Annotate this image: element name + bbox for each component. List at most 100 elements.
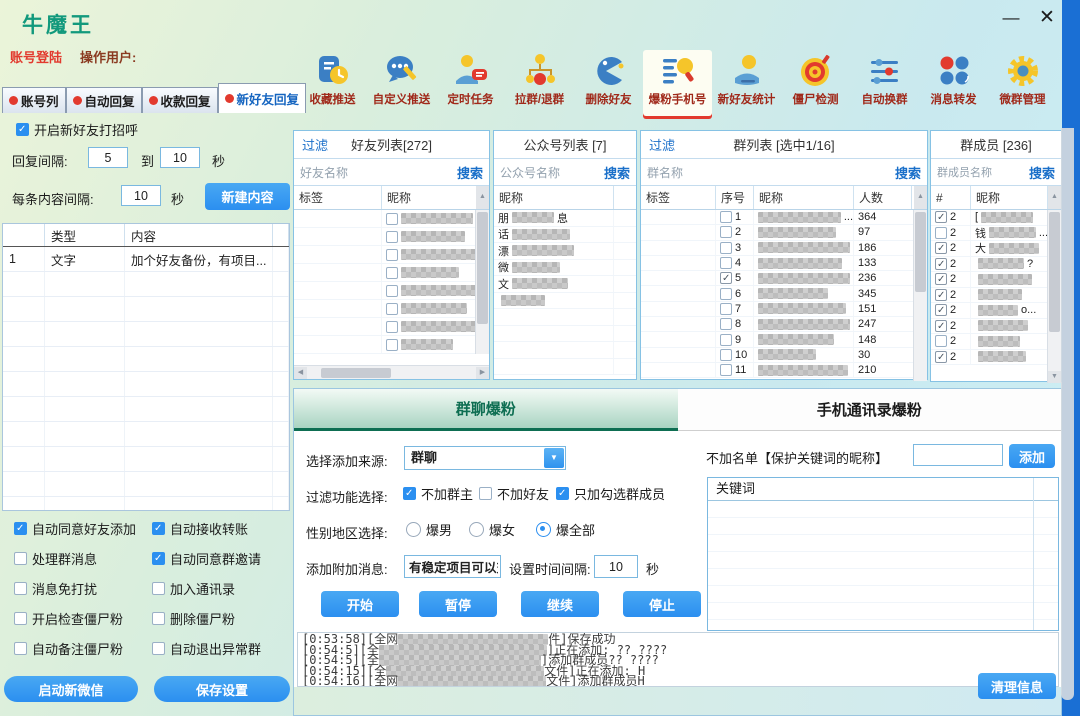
checkbox-checked[interactable] bbox=[935, 351, 947, 363]
auto-option-1[interactable]: 自动接收转账 bbox=[152, 519, 288, 538]
members-search-button[interactable]: 搜索 bbox=[1029, 163, 1055, 182]
official-account-row[interactable]: 话 bbox=[494, 227, 636, 244]
toolbar-item-timed-task[interactable]: 定时任务 bbox=[436, 50, 505, 116]
member-row[interactable]: 2 bbox=[931, 350, 1061, 366]
gender-option-2[interactable]: 爆全部 bbox=[536, 520, 595, 539]
group-row[interactable]: 9148 bbox=[641, 332, 927, 347]
gender-option-0[interactable]: 爆男 bbox=[406, 520, 452, 539]
reply-interval-to-input[interactable] bbox=[160, 147, 200, 168]
checkbox-unchecked[interactable] bbox=[386, 213, 398, 225]
official-account-row[interactable]: 微 bbox=[494, 260, 636, 277]
checkbox-unchecked[interactable] bbox=[720, 257, 732, 269]
checkbox-unchecked[interactable] bbox=[386, 303, 398, 315]
filter-option-2[interactable]: 只加勾选群成员 bbox=[556, 484, 665, 503]
toolbar-item-pull-quit-group[interactable]: 拉群/退群 bbox=[505, 50, 574, 116]
fans-tab-1[interactable]: 手机通讯录爆粉 bbox=[678, 389, 1062, 431]
checkbox-unchecked[interactable] bbox=[720, 364, 732, 376]
checkbox-unchecked[interactable] bbox=[14, 582, 27, 595]
friends-search-input[interactable]: 好友名称 bbox=[300, 164, 348, 181]
friend-row[interactable] bbox=[294, 300, 489, 318]
filter-option-0[interactable]: 不加群主 bbox=[403, 484, 473, 503]
checkbox-unchecked[interactable] bbox=[386, 321, 398, 333]
checkbox-unchecked[interactable] bbox=[720, 242, 732, 254]
checkbox-unchecked[interactable] bbox=[14, 642, 27, 655]
scroll-thumb[interactable] bbox=[477, 212, 488, 324]
scroll-right-icon[interactable]: ▶ bbox=[476, 367, 489, 379]
checkbox-unchecked[interactable] bbox=[386, 339, 398, 351]
official-account-row[interactable]: 漂 bbox=[494, 243, 636, 260]
checkbox-unchecked[interactable] bbox=[386, 249, 398, 261]
reply-tab-2[interactable]: 收款回复 bbox=[142, 87, 218, 113]
checkbox-unchecked[interactable] bbox=[386, 267, 398, 279]
official-search-button[interactable]: 搜索 bbox=[604, 163, 630, 182]
extra-message-input[interactable] bbox=[404, 555, 501, 578]
auto-option-8[interactable]: 自动备注僵尸粉 bbox=[14, 639, 150, 658]
save-settings-button[interactable]: 保存设置 bbox=[154, 676, 290, 702]
group-row[interactable]: 4133 bbox=[641, 256, 927, 271]
checkbox-unchecked[interactable] bbox=[14, 552, 27, 565]
auto-option-4[interactable]: 消息免打扰 bbox=[14, 579, 150, 598]
new-content-button[interactable]: 新建内容 bbox=[205, 183, 290, 210]
vertical-scrollbar[interactable]: ▼ bbox=[1047, 210, 1061, 383]
toolbar-item-auto-switch-group[interactable]: 自动换群 bbox=[850, 50, 919, 116]
scroll-down-icon[interactable]: ▼ bbox=[1048, 371, 1061, 383]
minimize-button[interactable]: — bbox=[994, 3, 1028, 33]
reply-tab-3[interactable]: 新好友回复 bbox=[218, 83, 307, 113]
toolbar-item-phone-fans[interactable]: 爆粉手机号 bbox=[643, 50, 712, 116]
checkbox-unchecked[interactable] bbox=[152, 582, 165, 595]
scroll-up-icon[interactable]: ▲ bbox=[1048, 186, 1061, 209]
checkbox-unchecked[interactable] bbox=[935, 335, 947, 347]
group-row[interactable]: 1...364 bbox=[641, 210, 927, 225]
checkbox-checked[interactable] bbox=[935, 273, 947, 285]
scroll-thumb[interactable] bbox=[1049, 212, 1060, 332]
scroll-up-icon[interactable]: ▲ bbox=[914, 186, 927, 209]
checkbox-checked[interactable] bbox=[935, 320, 947, 332]
auto-option-2[interactable]: 处理群消息 bbox=[14, 549, 150, 568]
groups-filter-link[interactable]: 过滤 bbox=[649, 135, 675, 154]
checkbox-unchecked[interactable] bbox=[720, 303, 732, 315]
group-row[interactable]: 6345 bbox=[641, 286, 927, 301]
friend-row[interactable] bbox=[294, 264, 489, 282]
scroll-up-icon[interactable]: ▲ bbox=[476, 186, 489, 209]
source-dropdown[interactable]: 群聊 bbox=[404, 446, 566, 470]
checkbox-checked[interactable] bbox=[935, 211, 947, 223]
greet-option[interactable]: 开启新好友打招呼 bbox=[16, 120, 138, 139]
account-login-link[interactable]: 账号登陆 bbox=[10, 47, 62, 66]
checkbox-unchecked[interactable] bbox=[720, 226, 732, 238]
checkbox-unchecked[interactable] bbox=[152, 642, 165, 655]
toolbar-item-delete-friend[interactable]: 删除好友 bbox=[574, 50, 643, 116]
radio-unselected[interactable] bbox=[406, 522, 421, 537]
scroll-thumb[interactable] bbox=[321, 368, 391, 378]
scroll-thumb[interactable] bbox=[915, 212, 926, 292]
checkbox-checked[interactable] bbox=[14, 522, 27, 535]
clear-log-button[interactable]: 清理信息 bbox=[978, 673, 1056, 699]
toolbar-item-favorite-push[interactable]: 收藏推送 bbox=[298, 50, 367, 116]
group-row[interactable]: 3186 bbox=[641, 241, 927, 256]
scroll-left-icon[interactable]: ◀ bbox=[294, 367, 307, 379]
group-row[interactable]: 7151 bbox=[641, 302, 927, 317]
start-wechat-button[interactable]: 启动新微信 bbox=[4, 676, 138, 702]
vertical-scrollbar[interactable] bbox=[913, 210, 927, 381]
group-row[interactable]: 297 bbox=[641, 225, 927, 240]
toolbar-item-message-forward[interactable]: 消息转发 bbox=[919, 50, 988, 116]
checkbox-checked[interactable] bbox=[152, 552, 165, 565]
friend-row[interactable] bbox=[294, 318, 489, 336]
table-row[interactable]: 1文字加个好友备份，有项目... bbox=[3, 247, 289, 272]
checkbox-checked[interactable] bbox=[16, 123, 29, 136]
checkbox-unchecked[interactable] bbox=[14, 612, 27, 625]
checkbox-checked[interactable] bbox=[403, 487, 416, 500]
continue-button[interactable]: 继续 bbox=[521, 591, 599, 617]
radio-unselected[interactable] bbox=[469, 522, 484, 537]
friend-row[interactable] bbox=[294, 228, 489, 246]
checkbox-unchecked[interactable] bbox=[935, 227, 947, 239]
member-row[interactable]: 2 bbox=[931, 319, 1061, 335]
group-row[interactable]: 8247 bbox=[641, 317, 927, 332]
start-button[interactable]: 开始 bbox=[321, 591, 399, 617]
checkbox-unchecked[interactable] bbox=[720, 349, 732, 361]
checkbox-checked[interactable] bbox=[720, 272, 732, 284]
gender-option-1[interactable]: 爆女 bbox=[469, 520, 515, 539]
content-interval-input[interactable] bbox=[121, 185, 161, 206]
reply-interval-from-input[interactable] bbox=[88, 147, 128, 168]
toolbar-item-custom-push[interactable]: 自定义推送 bbox=[367, 50, 436, 116]
auto-option-6[interactable]: 开启检查僵尸粉 bbox=[14, 609, 150, 628]
